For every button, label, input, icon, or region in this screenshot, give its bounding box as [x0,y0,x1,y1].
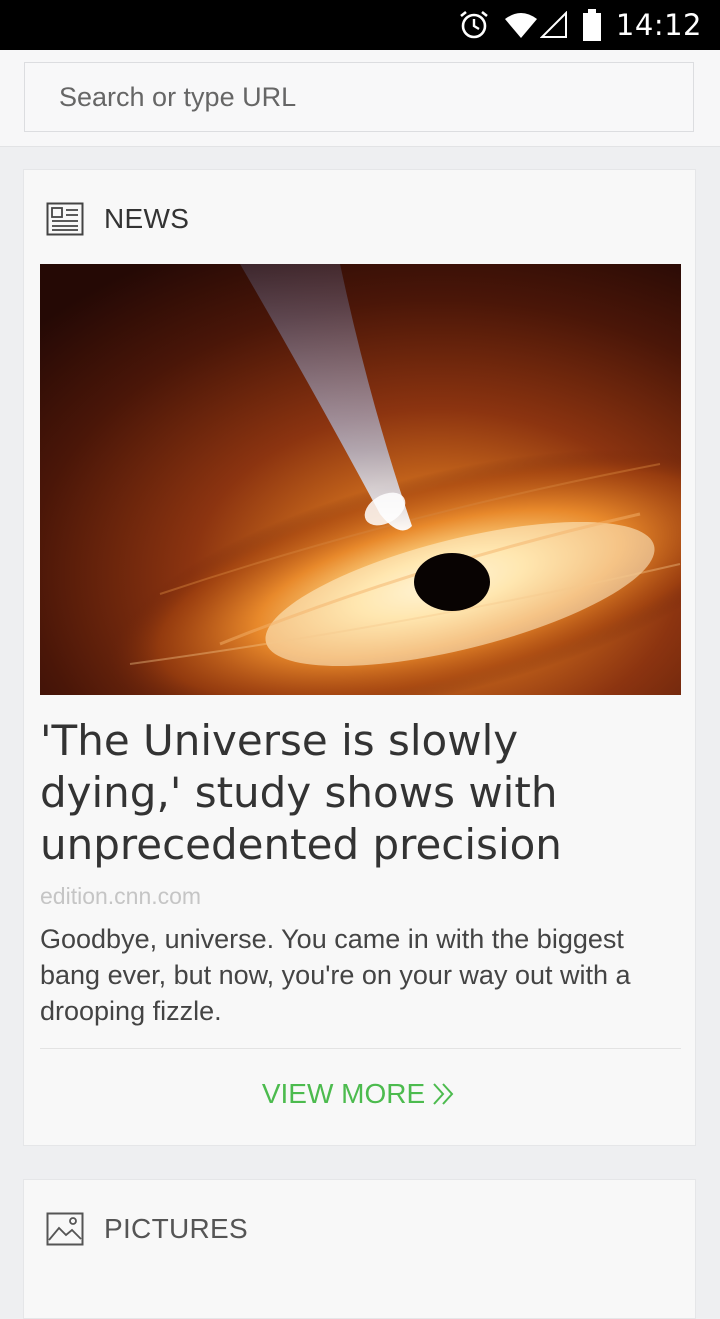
search-bar-container [0,50,720,147]
alarm-icon [458,9,490,41]
search-box[interactable] [24,62,694,132]
pictures-card-header: PICTURES [24,1180,695,1280]
news-card-header: NEWS [24,170,695,270]
news-image[interactable] [40,264,681,695]
status-time: 14:12 [615,8,702,42]
news-source: edition.cnn.com [40,883,202,909]
status-bar: 14:12 [0,0,720,50]
news-summary: Goodbye, universe. You came in with the … [40,924,631,1026]
picture-icon [46,1212,84,1251]
view-more-label: VIEW MORE [261,1078,426,1109]
search-input[interactable] [25,63,693,131]
newspaper-icon [46,202,84,241]
wifi-icon [504,11,538,39]
pictures-card: PICTURES [23,1179,696,1319]
double-chevron-right-icon [431,1081,457,1107]
signal-icon [539,11,568,39]
news-card: NEWS 'The Universe is slowly dying,' stu… [23,169,696,1146]
pictures-section-title: PICTURES [104,1213,248,1244]
news-section-title: NEWS [104,203,190,234]
view-more-button[interactable]: VIEW MORE [24,1078,695,1110]
card-divider [40,1048,681,1049]
news-headline[interactable]: 'The Universe is slowly dying,' study sh… [40,715,670,871]
battery-icon [582,9,602,41]
